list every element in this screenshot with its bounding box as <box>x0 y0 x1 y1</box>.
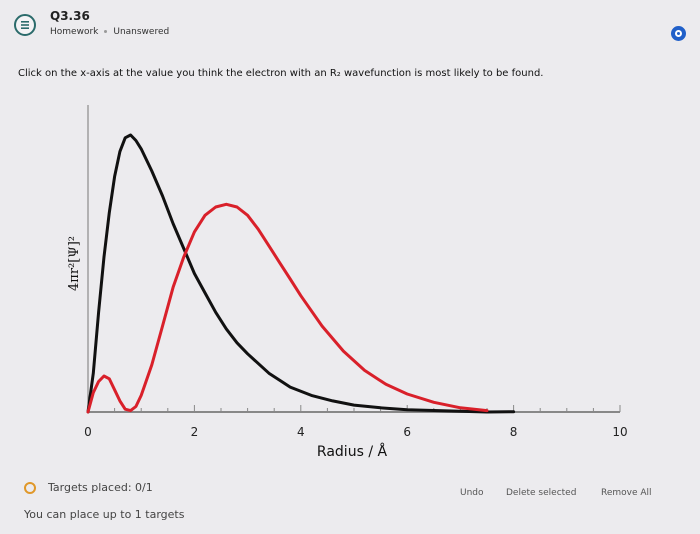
question-list-icon[interactable] <box>14 14 36 36</box>
x-axis-click-target[interactable] <box>88 402 620 422</box>
x-tick-label: 4 <box>297 425 305 439</box>
chart-curves <box>86 133 516 414</box>
targets-limit-text: You can place up to 1 targets <box>24 508 185 521</box>
targets-placed-count: Targets placed: 0/1 <box>48 481 153 494</box>
question-meta: Homework Unanswered <box>50 27 169 37</box>
target-ring-icon <box>24 482 36 494</box>
question-status: Unanswered <box>113 27 170 37</box>
status-circle-icon[interactable] <box>671 26 686 41</box>
radial-probability-chart: 0 2 4 6 8 10 4πr²[Ψ]² Radius / Å <box>67 105 628 460</box>
x-tick-label: 10 <box>612 425 627 439</box>
x-tick-label: 6 <box>403 425 411 439</box>
question-title: Q3.36 <box>50 9 90 23</box>
x-tick-label: 0 <box>84 425 92 439</box>
separator-dot <box>104 30 108 33</box>
x-axis-label: Radius / Å <box>317 443 388 460</box>
chart-axes: 0 2 4 6 8 10 <box>84 105 628 439</box>
x-tick-label: 2 <box>191 425 199 439</box>
undo-button[interactable]: Undo <box>460 488 484 498</box>
remove-all-button[interactable]: Remove All <box>601 488 652 498</box>
y-axis-label: 4πr²[Ψ]² <box>67 236 82 291</box>
question-type: Homework <box>50 27 99 37</box>
curve-series-2 <box>86 202 489 414</box>
delete-selected-button[interactable]: Delete selected <box>506 488 576 498</box>
question-prompt: Click on the x-axis at the value you thi… <box>18 68 544 79</box>
question-header: Q3.36 Homework Unanswered <box>0 0 700 52</box>
curve-series-1 <box>86 133 516 414</box>
x-tick-label: 8 <box>510 425 518 439</box>
